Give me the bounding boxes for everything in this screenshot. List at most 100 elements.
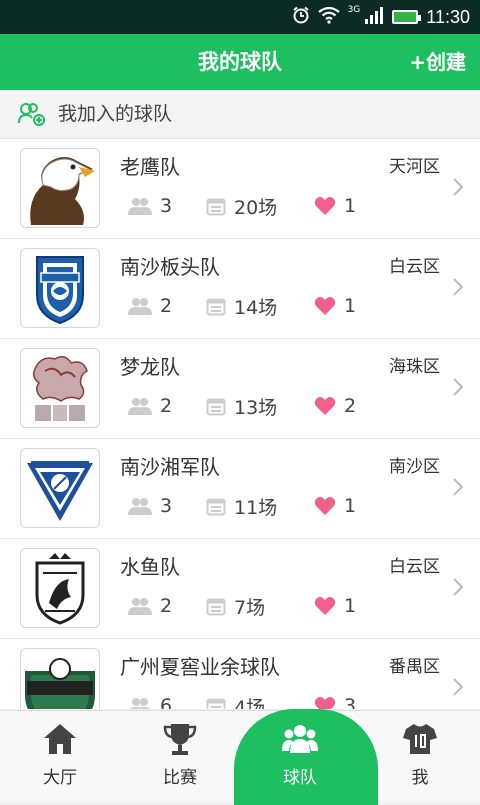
battery-icon xyxy=(392,10,422,24)
soccer-badge-logo xyxy=(20,648,100,709)
team-row[interactable]: 广州夏窖业余球队 番禺区 6 4场 3 xyxy=(0,639,480,709)
signal-icon xyxy=(364,6,384,28)
like-count: 3 xyxy=(314,695,356,709)
like-count: 1 xyxy=(314,195,356,217)
like-count: 1 xyxy=(314,595,356,617)
calendar-icon xyxy=(206,396,234,416)
members-icon xyxy=(128,697,160,709)
wifi-icon xyxy=(317,6,340,28)
team-name: 广州夏窖业余球队 xyxy=(120,655,280,679)
members-icon xyxy=(128,297,160,315)
member-count-value: 3 xyxy=(160,495,173,517)
like-count: 2 xyxy=(314,395,356,417)
match-count: 11场 xyxy=(206,493,314,520)
heart-icon xyxy=(314,396,344,416)
chevron-right-icon xyxy=(452,577,464,601)
like-count-value: 1 xyxy=(344,295,357,317)
fc-wind-walker-logo xyxy=(20,248,100,328)
like-count-value: 1 xyxy=(344,595,357,617)
alarm-icon xyxy=(292,6,310,28)
member-count-value: 2 xyxy=(160,595,173,617)
calendar-icon xyxy=(206,196,234,216)
nav-tab-me[interactable]: 我 xyxy=(360,711,480,801)
nav-tab-label: 球队 xyxy=(283,768,317,788)
team-name: 南沙板头队 xyxy=(120,255,220,279)
member-count: 3 xyxy=(128,195,206,217)
heart-icon xyxy=(314,196,344,216)
match-count: 7场 xyxy=(206,593,314,620)
heart-icon xyxy=(314,496,344,516)
team-row[interactable]: 南沙湘军队 南沙区 3 11场 1 xyxy=(0,439,480,539)
team-name: 梦龙队 xyxy=(120,355,180,379)
team-stats: 3 11场 1 xyxy=(128,493,356,519)
match-count: 13场 xyxy=(206,393,314,420)
triangle-crest-logo xyxy=(20,448,100,528)
nav-tab-team[interactable]: 球队 xyxy=(240,711,360,801)
heart-icon xyxy=(314,596,344,616)
calendar-icon xyxy=(206,596,234,616)
member-count: 2 xyxy=(128,395,206,417)
team-stats: 3 20场 1 xyxy=(128,193,356,219)
match-count: 20场 xyxy=(206,193,314,220)
status-bar: 3G 11:30 xyxy=(0,0,480,34)
match-count-value: 20场 xyxy=(234,196,278,219)
member-count: 6 xyxy=(128,695,206,709)
heart-icon xyxy=(314,296,344,316)
like-count-value: 1 xyxy=(344,195,357,217)
match-count: 4场 xyxy=(206,693,314,710)
team-icon xyxy=(282,721,318,757)
team-district: 天河区 xyxy=(389,157,440,177)
member-count: 2 xyxy=(128,295,206,317)
chevron-right-icon xyxy=(452,277,464,301)
bottom-navigation: 大厅 比赛 球队 我 xyxy=(0,709,480,805)
like-count: 1 xyxy=(314,295,356,317)
dragon-logo xyxy=(20,348,100,428)
trophy-icon xyxy=(162,721,198,757)
match-count-value: 13场 xyxy=(234,396,278,419)
team-row[interactable]: 水鱼队 白云区 2 7场 1 xyxy=(0,539,480,639)
calendar-icon xyxy=(206,696,234,709)
team-district: 番禺区 xyxy=(389,657,440,677)
team-stats: 2 7场 1 xyxy=(128,593,356,619)
team-district: 白云区 xyxy=(389,257,440,277)
team-row[interactable]: 老鹰队 天河区 3 20场 1 xyxy=(0,139,480,239)
app-header: 我的球队 +创建 xyxy=(0,34,480,90)
create-team-button[interactable]: +创建 xyxy=(409,34,466,90)
team-name: 水鱼队 xyxy=(120,555,180,579)
chevron-right-icon xyxy=(452,377,464,401)
chevron-right-icon xyxy=(452,677,464,701)
team-stats: 2 13场 2 xyxy=(128,393,356,419)
team-row[interactable]: 梦龙队 海珠区 2 13场 2 xyxy=(0,339,480,439)
member-count: 3 xyxy=(128,495,206,517)
team-list[interactable]: 老鹰队 天河区 3 20场 1 南沙板头队 白云区 2 14场 1 梦龙队 海珠… xyxy=(0,139,480,709)
members-icon xyxy=(128,597,160,615)
like-count-value: 3 xyxy=(344,695,357,709)
nav-tab-matches[interactable]: 比赛 xyxy=(120,711,240,801)
team-district: 南沙区 xyxy=(389,457,440,477)
nav-tab-label: 我 xyxy=(411,768,429,788)
match-count-value: 14场 xyxy=(234,296,278,319)
team-stats: 6 4场 3 xyxy=(128,693,356,709)
add-group-icon xyxy=(18,102,46,126)
nav-tab-label: 比赛 xyxy=(163,768,197,788)
calendar-icon xyxy=(206,296,234,316)
team-district: 海珠区 xyxy=(389,357,440,377)
section-label: 我加入的球队 xyxy=(58,103,173,125)
members-icon xyxy=(128,197,160,215)
like-count-value: 2 xyxy=(344,395,357,417)
eagle-logo xyxy=(20,148,100,228)
member-count-value: 6 xyxy=(160,695,173,709)
team-district: 白云区 xyxy=(389,557,440,577)
like-count: 1 xyxy=(314,495,356,517)
jersey-icon xyxy=(402,721,438,757)
nav-tab-lobby[interactable]: 大厅 xyxy=(0,711,120,801)
shark-crest-logo xyxy=(20,548,100,628)
heart-icon xyxy=(314,696,344,709)
match-count-value: 7场 xyxy=(234,596,266,619)
team-row[interactable]: 南沙板头队 白云区 2 14场 1 xyxy=(0,239,480,339)
network-type-label: 3G xyxy=(347,5,361,15)
member-count-value: 2 xyxy=(160,395,173,417)
match-count-value: 4场 xyxy=(234,696,266,710)
team-stats: 2 14场 1 xyxy=(128,293,356,319)
members-icon xyxy=(128,497,160,515)
